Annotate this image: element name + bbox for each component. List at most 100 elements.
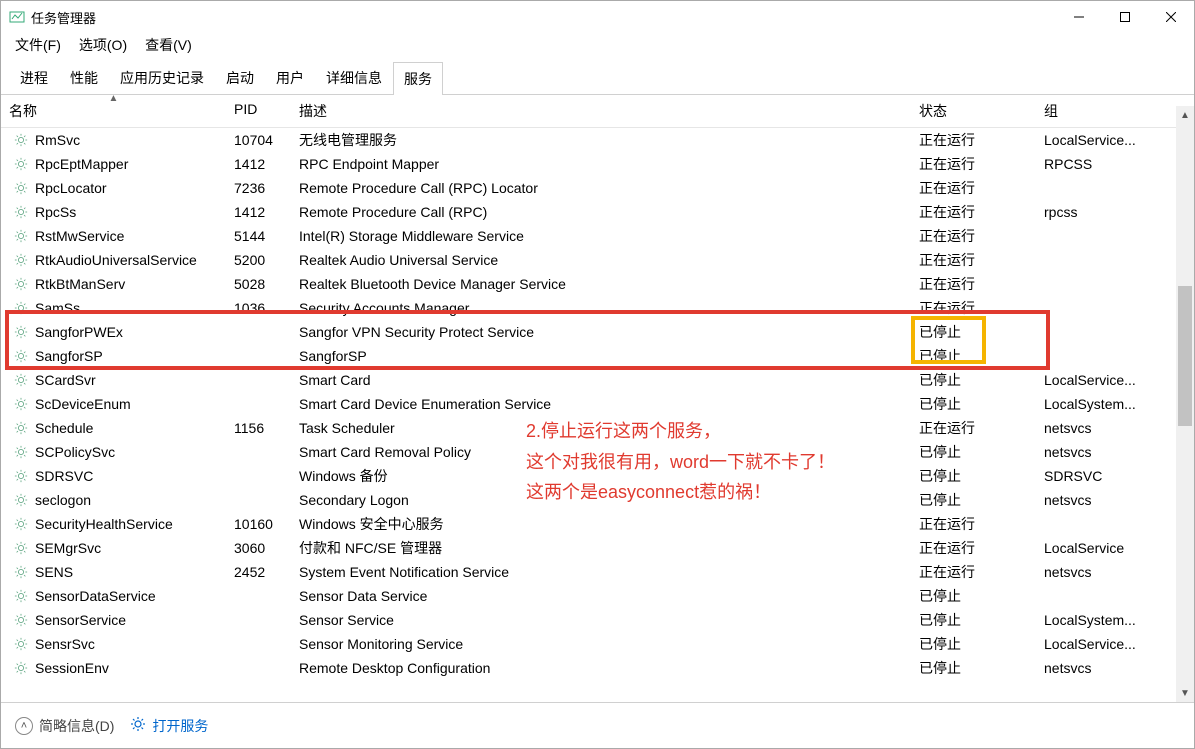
close-button[interactable] [1148, 1, 1194, 33]
service-group-cell: LocalService... [1036, 636, 1156, 652]
gear-icon [13, 372, 29, 388]
minimize-button[interactable] [1056, 1, 1102, 33]
service-desc-cell: Task Scheduler [291, 420, 911, 436]
service-state-cell: 正在运行 [911, 298, 1036, 318]
service-desc-cell: Realtek Bluetooth Device Manager Service [291, 276, 911, 292]
service-pid-cell: 2452 [226, 564, 291, 580]
service-state-cell: 已停止 [911, 466, 1036, 486]
service-desc-cell: Remote Procedure Call (RPC) [291, 204, 911, 220]
service-pid-cell: 10704 [226, 132, 291, 148]
service-group-cell: LocalService... [1036, 132, 1156, 148]
service-row[interactable]: SecurityHealthService10160Windows 安全中心服务… [1, 512, 1194, 536]
service-name-cell: SensrSvc [1, 636, 226, 652]
tab-应用历史记录[interactable]: 应用历史记录 [109, 61, 215, 94]
brief-info-link[interactable]: ˄ 简略信息(D) [15, 716, 114, 736]
service-pid-cell: 10160 [226, 516, 291, 532]
gear-icon [13, 324, 29, 340]
service-desc-cell: Security Accounts Manager [291, 300, 911, 316]
maximize-button[interactable] [1102, 1, 1148, 33]
service-row[interactable]: seclogonSecondary Logon已停止netsvcs [1, 488, 1194, 512]
header-desc[interactable]: 描述 [291, 95, 911, 127]
service-row[interactable]: RtkBtManServ5028Realtek Bluetooth Device… [1, 272, 1194, 296]
tab-进程[interactable]: 进程 [9, 61, 59, 94]
service-state-cell: 正在运行 [911, 130, 1036, 150]
header-pid[interactable]: PID [226, 95, 291, 127]
service-group-cell: netsvcs [1036, 444, 1156, 460]
service-row[interactable]: SCPolicySvcSmart Card Removal Policy已停止n… [1, 440, 1194, 464]
menubar: 文件(F) 选项(O) 查看(V) [1, 33, 1194, 61]
service-row[interactable]: SamSs1036Security Accounts Manager正在运行 [1, 296, 1194, 320]
gear-icon [13, 252, 29, 268]
header-group[interactable]: 组 [1036, 95, 1156, 127]
service-desc-cell: Sensor Service [291, 612, 911, 628]
vertical-scrollbar[interactable]: ▲ ▼ [1176, 106, 1194, 702]
gear-icon [13, 300, 29, 316]
service-row[interactable]: SENS2452System Event Notification Servic… [1, 560, 1194, 584]
service-desc-cell: Secondary Logon [291, 492, 911, 508]
gear-icon [13, 564, 29, 580]
service-row[interactable]: RstMwService5144Intel(R) Storage Middlew… [1, 224, 1194, 248]
service-group-cell: SDRSVC [1036, 468, 1156, 484]
scroll-up-icon[interactable]: ▲ [1176, 106, 1194, 124]
service-name-cell: SensorService [1, 612, 226, 628]
tab-性能[interactable]: 性能 [59, 61, 109, 94]
service-row[interactable]: SEMgrSvc3060付款和 NFC/SE 管理器正在运行LocalServi… [1, 536, 1194, 560]
menu-options[interactable]: 选项(O) [79, 35, 127, 55]
service-state-cell: 已停止 [911, 610, 1036, 630]
service-row[interactable]: SensrSvcSensor Monitoring Service已停止Loca… [1, 632, 1194, 656]
services-list: RmSvc10704无线电管理服务正在运行LocalService...RpcE… [1, 128, 1194, 693]
service-row[interactable]: SensorServiceSensor Service已停止LocalSyste… [1, 608, 1194, 632]
service-name-cell: RpcSs [1, 204, 226, 220]
scroll-down-icon[interactable]: ▼ [1176, 684, 1194, 702]
service-name-cell: seclogon [1, 492, 226, 508]
service-desc-cell: Remote Procedure Call (RPC) Locator [291, 180, 911, 196]
gear-icon [13, 132, 29, 148]
tab-服务[interactable]: 服务 [393, 62, 443, 95]
service-name-cell: SENS [1, 564, 226, 580]
header-state[interactable]: 状态 [911, 95, 1036, 127]
service-pid-cell: 5028 [226, 276, 291, 292]
service-row[interactable]: SessionEnvRemote Desktop Configuration已停… [1, 656, 1194, 680]
menu-view[interactable]: 查看(V) [145, 35, 192, 55]
header-name[interactable]: 名称 ▲ [1, 95, 226, 127]
service-pid-cell: 3060 [226, 540, 291, 556]
service-row[interactable]: RpcLocator7236Remote Procedure Call (RPC… [1, 176, 1194, 200]
service-name-cell: SecurityHealthService [1, 516, 226, 532]
gear-icon [13, 660, 29, 676]
scrollbar-thumb[interactable] [1178, 286, 1192, 426]
service-row[interactable]: RmSvc10704无线电管理服务正在运行LocalService... [1, 128, 1194, 152]
tab-启动[interactable]: 启动 [215, 61, 265, 94]
menu-file[interactable]: 文件(F) [15, 35, 61, 55]
open-services-link[interactable]: 打开服务 [130, 716, 208, 736]
service-row[interactable]: RtkAudioUniversalService5200Realtek Audi… [1, 248, 1194, 272]
app-icon [9, 9, 25, 25]
gear-icon [13, 180, 29, 196]
tab-详细信息[interactable]: 详细信息 [315, 61, 393, 94]
service-row[interactable]: RpcSs1412Remote Procedure Call (RPC)正在运行… [1, 200, 1194, 224]
gear-icon [13, 636, 29, 652]
service-row[interactable]: SCardSvrSmart Card已停止LocalService... [1, 368, 1194, 392]
service-row[interactable]: ScDeviceEnumSmart Card Device Enumeratio… [1, 392, 1194, 416]
service-row[interactable]: SangforPWExSangfor VPN Security Protect … [1, 320, 1194, 344]
service-name-cell: SCPolicySvc [1, 444, 226, 460]
service-state-cell: 正在运行 [911, 250, 1036, 270]
tab-用户[interactable]: 用户 [265, 61, 315, 94]
service-pid-cell: 1412 [226, 156, 291, 172]
service-row[interactable]: RpcEptMapper1412RPC Endpoint Mapper正在运行R… [1, 152, 1194, 176]
service-row[interactable]: SensorDataServiceSensor Data Service已停止 [1, 584, 1194, 608]
gear-icon [13, 444, 29, 460]
service-name-cell: SEMgrSvc [1, 540, 226, 556]
service-row[interactable]: SDRSVCWindows 备份已停止SDRSVC [1, 464, 1194, 488]
service-row[interactable]: Schedule1156Task Scheduler正在运行netsvcs [1, 416, 1194, 440]
service-desc-cell: Sensor Monitoring Service [291, 636, 911, 652]
service-name-cell: Schedule [1, 420, 226, 436]
service-name-cell: SamSs [1, 300, 226, 316]
service-desc-cell: Windows 安全中心服务 [291, 514, 911, 534]
service-state-cell: 正在运行 [911, 538, 1036, 558]
service-state-cell: 正在运行 [911, 514, 1036, 534]
service-state-cell: 已停止 [911, 346, 1036, 366]
titlebar: 任务管理器 [1, 1, 1194, 33]
service-desc-cell: Realtek Audio Universal Service [291, 252, 911, 268]
gear-icon [13, 276, 29, 292]
service-row[interactable]: SangforSPSangforSP已停止 [1, 344, 1194, 368]
